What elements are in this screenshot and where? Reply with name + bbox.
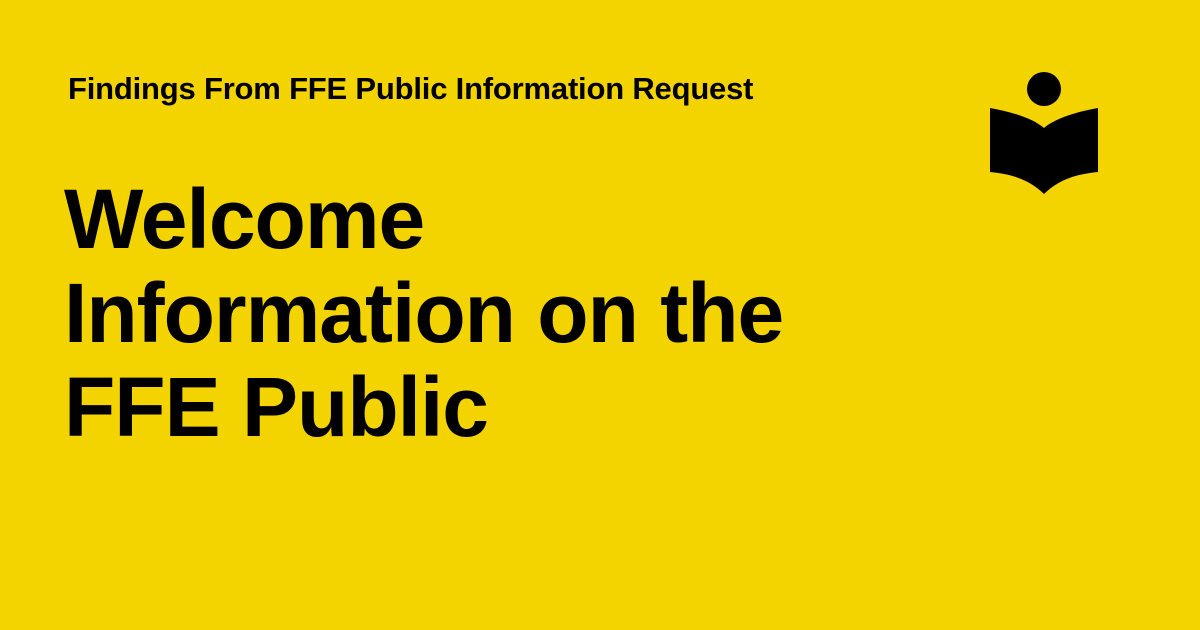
reader-book-icon: [988, 70, 1100, 196]
headline-line-1: Welcome: [64, 172, 425, 266]
kicker-text: Findings From FFE Public Information Req…: [68, 71, 754, 106]
page-title: Welcome Information on the FFE Public: [64, 172, 944, 454]
share-card: Findings From FFE Public Information Req…: [0, 0, 1200, 630]
open-book-shape: [990, 108, 1098, 194]
reader-head-shape: [1027, 72, 1061, 106]
headline-line-3: FFE Public: [64, 360, 489, 454]
headline-line-2: Information on the: [64, 266, 784, 360]
